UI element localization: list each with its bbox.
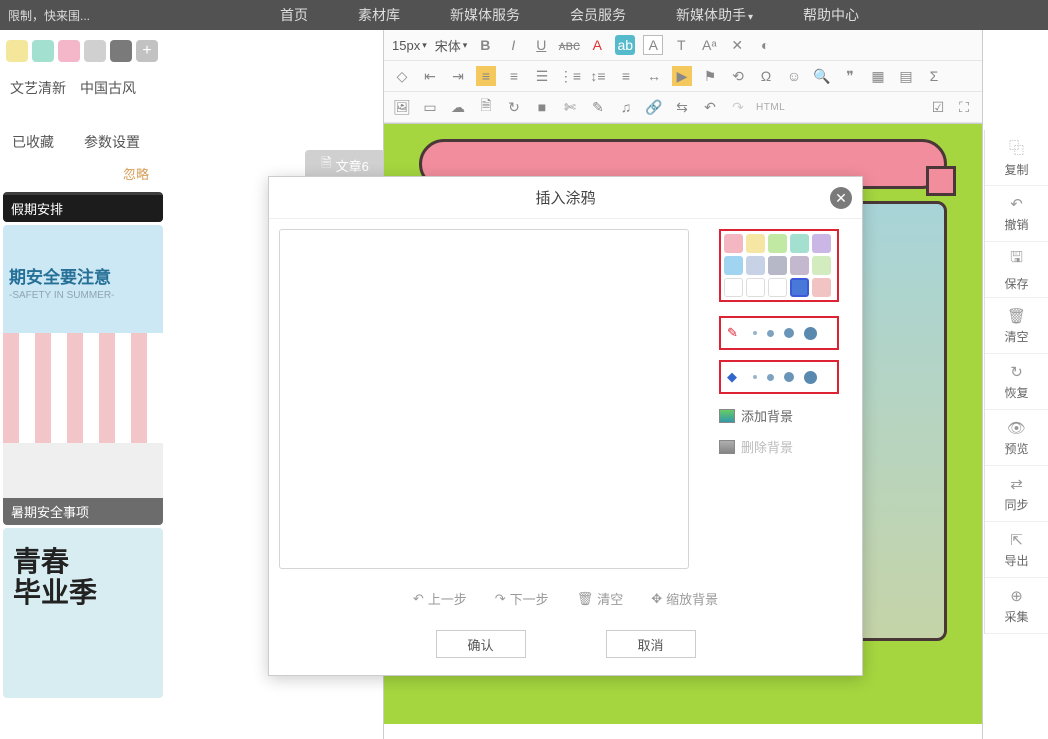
cancel-button[interactable]: 取消 [606,630,696,658]
remove-background: 删除背景 [719,437,839,456]
color-swatch[interactable] [790,256,809,275]
pen-size-2[interactable] [767,330,774,337]
pen-size-3[interactable] [784,328,794,338]
color-swatch[interactable] [768,234,787,253]
scrawl-scale[interactable]: ✥缩放背景 [651,589,718,608]
image-icon [719,440,735,454]
modal-header: 插入涂鸦 ✕ [269,177,862,219]
redo-icon: ↷ [495,591,506,607]
modal-title: 插入涂鸦 [535,187,595,208]
eraser-icon: ◆ [727,369,743,385]
undo-icon: ↶ [413,591,424,607]
color-swatch[interactable] [746,234,765,253]
eraser-size-row: ◆ [719,360,839,394]
color-swatch[interactable] [812,278,831,297]
image-icon [719,409,735,423]
eraser-size-4[interactable] [804,371,817,384]
scrawl-redo[interactable]: ↷下一步 [495,589,549,608]
pen-size-row: ✎ [719,316,839,350]
color-swatch[interactable] [812,256,831,275]
eraser-size-3[interactable] [784,372,794,382]
modal-buttons: 确认 取消 [269,618,862,670]
close-icon[interactable]: ✕ [830,187,852,209]
color-swatch[interactable] [724,234,743,253]
color-swatch[interactable] [746,278,765,297]
pen-size-4[interactable] [804,327,817,340]
move-icon: ✥ [651,591,662,607]
pen-size-1[interactable] [753,331,757,335]
color-swatch[interactable] [724,278,743,297]
color-swatch[interactable] [790,278,809,297]
scrawl-undo[interactable]: ↶上一步 [413,589,467,608]
modal-actions: ↶上一步 ↷下一步 🗑清空 ✥缩放背景 [269,579,862,618]
color-swatch[interactable] [724,256,743,275]
color-grid [719,229,839,302]
scrawl-modal: 插入涂鸦 ✕ ✎ ◆ [268,176,863,676]
pen-icon: ✎ [727,325,743,341]
confirm-button[interactable]: 确认 [436,630,526,658]
draw-canvas[interactable] [279,229,689,569]
color-swatch[interactable] [790,234,809,253]
color-swatch[interactable] [768,256,787,275]
trash-icon: 🗑 [577,591,594,607]
add-background[interactable]: 添加背景 [719,406,839,425]
modal-overlay: 插入涂鸦 ✕ ✎ ◆ [0,0,1048,739]
tool-panel: ✎ ◆ 添加背景 [719,229,839,569]
scrawl-clear[interactable]: 🗑清空 [577,589,624,608]
color-swatch[interactable] [768,278,787,297]
eraser-size-2[interactable] [767,374,774,381]
color-swatch[interactable] [812,234,831,253]
eraser-size-1[interactable] [753,375,757,379]
color-swatch[interactable] [746,256,765,275]
